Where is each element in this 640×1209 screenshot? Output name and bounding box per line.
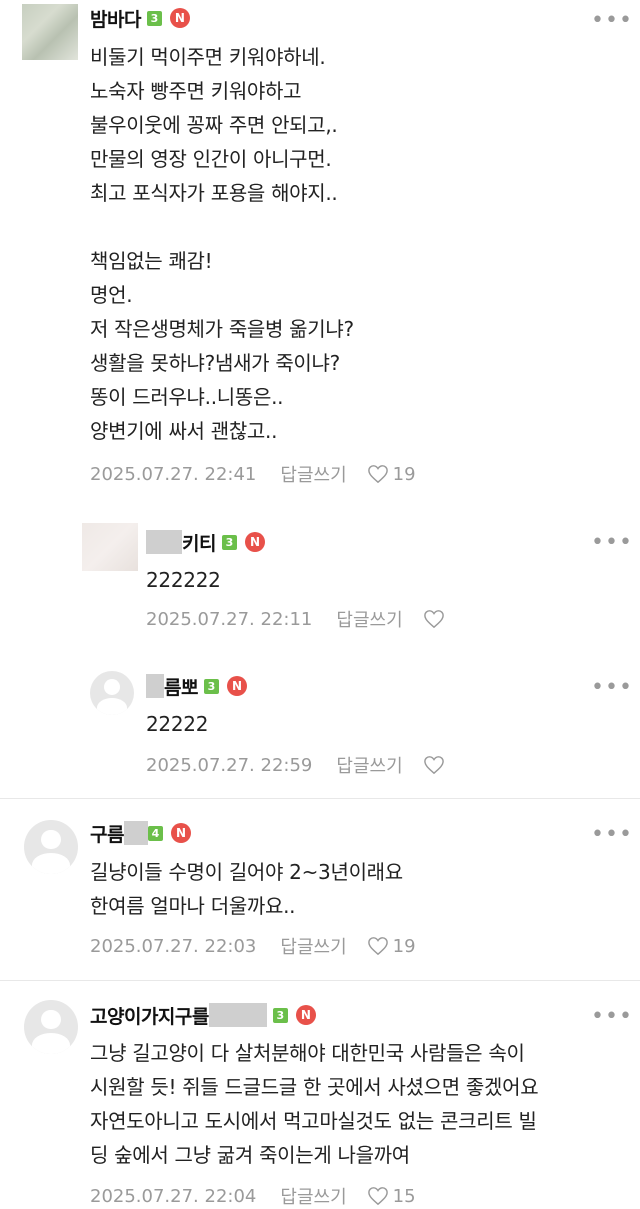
author-nickname[interactable]: 키티 xyxy=(182,529,216,556)
like-count: 19 xyxy=(392,463,416,485)
new-badge: N xyxy=(169,8,190,28)
more-options-icon[interactable]: ••• xyxy=(591,10,633,32)
avatar[interactable] xyxy=(24,1000,78,1054)
masked-nickname xyxy=(123,821,148,845)
comment-meta: 2025.07.27. 22:59 답글쓰기 xyxy=(146,752,449,778)
level-badge: 4 xyxy=(147,825,163,841)
more-options-icon[interactable]: ••• xyxy=(591,532,633,554)
comment-date: 2025.07.27. 22:04 xyxy=(90,1185,257,1207)
comment-body: 222222 xyxy=(146,568,221,592)
level-badge: 3 xyxy=(272,1007,288,1023)
avatar[interactable] xyxy=(82,523,138,571)
comment-divider xyxy=(0,980,640,981)
avatar[interactable] xyxy=(24,820,78,874)
level-badge: 3 xyxy=(203,678,219,694)
like-count: 19 xyxy=(392,935,416,957)
like-count: 15 xyxy=(392,1185,416,1207)
reply-button[interactable]: 답글쓰기 xyxy=(280,1183,346,1209)
reply-button[interactable]: 답글쓰기 xyxy=(336,606,402,632)
comment-body: 22222 xyxy=(146,712,209,736)
comment-body: 비둘기 먹이주면 키워야하네. 노숙자 빵주면 키워야하고 불우이웃에 꽁짜 주… xyxy=(90,45,354,443)
heart-outline-icon[interactable] xyxy=(423,755,445,775)
reply-button[interactable]: 답글쓰기 xyxy=(336,752,402,778)
avatar[interactable] xyxy=(22,4,78,60)
default-avatar-head xyxy=(41,829,61,850)
comment-meta: 2025.07.27. 22:41 답글쓰기 19 xyxy=(90,461,416,487)
new-badge: N xyxy=(244,532,265,552)
new-badge: N xyxy=(295,1005,316,1025)
heart-outline-icon[interactable] xyxy=(367,936,389,956)
default-avatar-shoulders xyxy=(96,698,128,715)
reply-button[interactable]: 답글쓰기 xyxy=(280,461,346,487)
level-badge: 3 xyxy=(146,10,162,26)
comment-author-row: 밤바다 3 N xyxy=(90,5,190,32)
heart-outline-icon[interactable] xyxy=(423,609,445,629)
more-options-icon[interactable]: ••• xyxy=(591,1006,633,1028)
comment-date: 2025.07.27. 22:59 xyxy=(146,754,313,776)
default-avatar-head xyxy=(41,1009,61,1030)
comment-date: 2025.07.27. 22:03 xyxy=(90,935,257,957)
comment-author-row: 구름 4 N xyxy=(90,820,191,847)
masked-nickname xyxy=(208,1003,267,1027)
default-avatar-shoulders xyxy=(32,853,70,874)
author-nickname[interactable]: 름뽀 xyxy=(164,673,198,700)
comment-author-row: 키티 3 N xyxy=(146,529,265,556)
masked-nickname xyxy=(146,530,182,554)
more-options-icon[interactable]: ••• xyxy=(591,677,633,699)
heart-outline-icon[interactable] xyxy=(367,464,389,484)
comment-date: 2025.07.27. 22:41 xyxy=(90,463,257,485)
comment-meta: 2025.07.27. 22:03 답글쓰기 19 xyxy=(90,933,416,959)
comment-author-row: 름뽀 3 N xyxy=(146,673,247,700)
masked-nickname xyxy=(146,674,164,698)
new-badge: N xyxy=(226,676,247,696)
default-avatar-head xyxy=(104,678,120,695)
avatar[interactable] xyxy=(90,671,134,715)
reply-button[interactable]: 답글쓰기 xyxy=(280,933,346,959)
comment-author-row: 고양이가지구를 3 N xyxy=(90,1002,316,1029)
comment-body: 길냥이들 수명이 길어야 2~3년이래요 한여름 얼마나 더울까요.. xyxy=(90,860,403,918)
comment-meta: 2025.07.27. 22:11 답글쓰기 xyxy=(146,606,449,632)
default-avatar-shoulders xyxy=(32,1033,70,1054)
comment-body: 그냥 길고양이 다 살처분해야 대한민국 사람들은 속이 시원할 듯! 쥐들 드… xyxy=(90,1041,539,1167)
comment-date: 2025.07.27. 22:11 xyxy=(146,608,313,630)
author-nickname[interactable]: 고양이가지구를 xyxy=(90,1002,209,1029)
author-nickname[interactable]: 구름 xyxy=(90,820,124,847)
heart-outline-icon[interactable] xyxy=(367,1186,389,1206)
new-badge: N xyxy=(170,823,191,843)
author-nickname[interactable]: 밤바다 xyxy=(90,5,141,32)
level-badge: 3 xyxy=(221,534,237,550)
more-options-icon[interactable]: ••• xyxy=(591,824,633,846)
comment-meta: 2025.07.27. 22:04 답글쓰기 15 xyxy=(90,1183,416,1209)
comment-divider xyxy=(0,798,640,799)
